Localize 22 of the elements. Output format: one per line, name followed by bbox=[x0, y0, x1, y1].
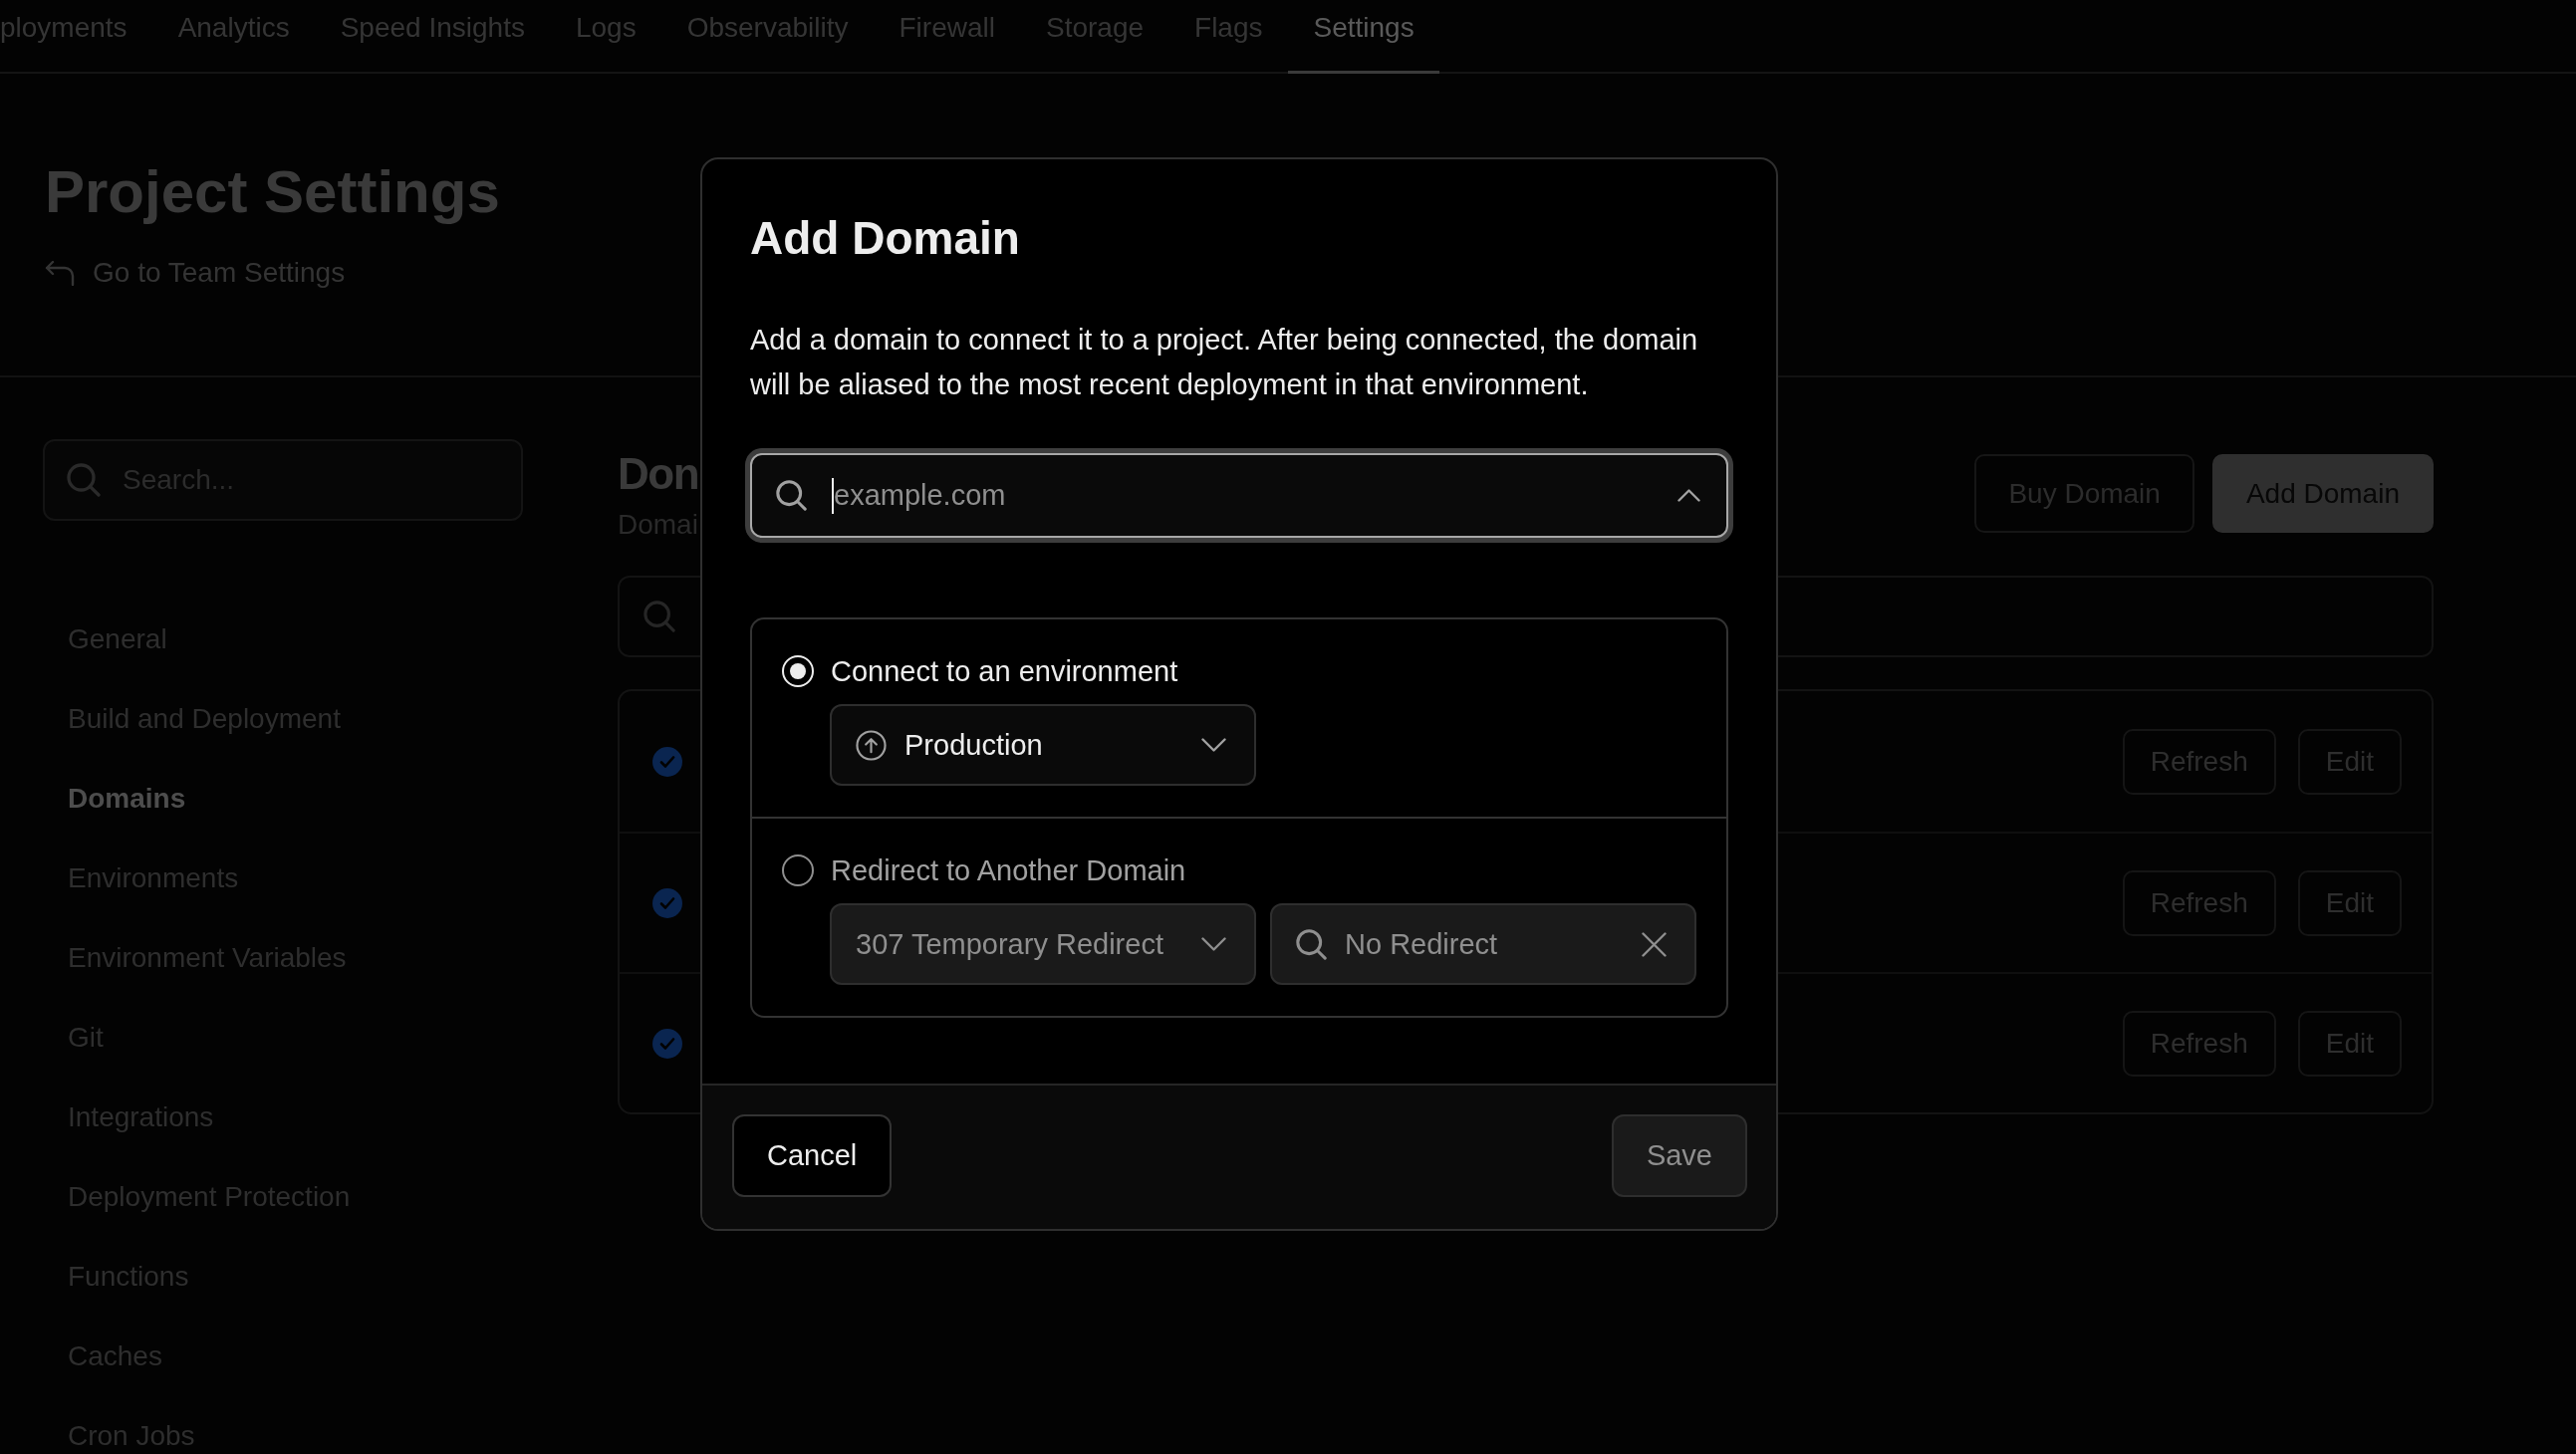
nav-tab[interactable]: Settings bbox=[1288, 0, 1440, 74]
text-cursor bbox=[832, 477, 834, 514]
dialog-title: Add Domain bbox=[750, 211, 1020, 266]
close-icon[interactable] bbox=[1642, 931, 1667, 957]
arrow-up-circle-icon bbox=[856, 729, 887, 761]
environment-select[interactable]: Production bbox=[830, 704, 1256, 786]
corner-arrow-icon bbox=[45, 260, 75, 286]
search-icon bbox=[67, 463, 101, 497]
search-icon bbox=[1296, 928, 1327, 960]
status-code-select[interactable]: 307 Temporary Redirect bbox=[830, 903, 1256, 985]
dialog-description: Add a domain to connect it to a project. After being connected, the domain will be aliased to the most recent deployment in that environment. bbox=[750, 323, 1699, 402]
search-icon bbox=[644, 601, 675, 632]
option-label: Connect to an environment bbox=[831, 654, 1178, 688]
option-label: Redirect to Another Domain bbox=[831, 853, 1186, 887]
sidebar-item[interactable]: Domains bbox=[68, 783, 186, 815]
chevron-down-icon bbox=[1201, 738, 1226, 752]
chevron-up-icon[interactable] bbox=[1677, 489, 1700, 502]
cancel-button[interactable]: Cancel bbox=[732, 1114, 893, 1197]
search-icon bbox=[776, 480, 807, 511]
chevron-down-icon bbox=[1201, 937, 1226, 951]
redirect-target-field[interactable]: No Redirect bbox=[1270, 903, 1696, 985]
radio-button[interactable] bbox=[782, 854, 814, 886]
